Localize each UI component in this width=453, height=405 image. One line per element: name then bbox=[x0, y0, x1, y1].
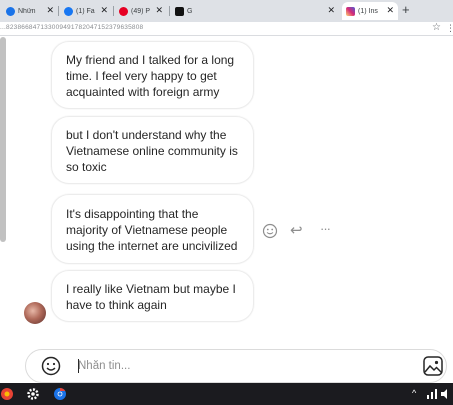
facebook-icon bbox=[64, 6, 73, 16]
message-text: I really like Vietnam but maybe I have t… bbox=[66, 282, 236, 312]
tray-chevron-icon[interactable]: ^ bbox=[412, 388, 416, 398]
tab-title: (49) P bbox=[131, 7, 151, 15]
emoji-icon[interactable] bbox=[41, 356, 61, 376]
tab-divider bbox=[113, 6, 114, 16]
message-bubble[interactable]: but I don't understand why the Vietnames… bbox=[51, 116, 254, 184]
chat-thread: My friend and I talked for a long time. … bbox=[0, 37, 453, 345]
chrome-icon[interactable] bbox=[53, 387, 67, 401]
tab-title: (1) Ins bbox=[358, 7, 378, 15]
tab-2[interactable]: (1) Fa ✕ bbox=[60, 2, 112, 20]
close-tab-icon[interactable]: ✕ bbox=[100, 5, 108, 16]
start-icon[interactable] bbox=[0, 387, 14, 401]
url-text[interactable]: ...823866847133009491782047152379635808 bbox=[0, 24, 143, 31]
close-tab-icon[interactable]: ✕ bbox=[327, 5, 335, 16]
sender-avatar[interactable] bbox=[24, 302, 46, 324]
speaker-icon[interactable] bbox=[440, 388, 452, 400]
scrollbar-thumb[interactable] bbox=[0, 37, 6, 242]
tab-divider bbox=[58, 6, 59, 16]
os-taskbar: ^ bbox=[0, 383, 453, 405]
browser-tab-strip: Nhữn ✕ (1) Fa ✕ (49) P ✕ G ✕ (1) Ins ✕ + bbox=[0, 0, 453, 22]
image-upload-icon[interactable] bbox=[422, 355, 444, 377]
tab-title: (1) Fa bbox=[76, 7, 95, 15]
tab-3[interactable]: (49) P ✕ bbox=[115, 2, 167, 20]
instagram-icon bbox=[346, 6, 355, 16]
pinterest-icon bbox=[119, 6, 128, 16]
message-composer bbox=[25, 349, 447, 383]
bookmark-star-icon[interactable]: ☆ bbox=[432, 22, 441, 33]
tab-4[interactable]: G ✕ bbox=[171, 2, 339, 20]
address-bar[interactable]: ...823866847133009491782047152379635808 … bbox=[0, 22, 453, 36]
tab-5-active[interactable]: (1) Ins ✕ bbox=[342, 2, 398, 20]
tab-title: G bbox=[187, 7, 193, 15]
message-input[interactable] bbox=[78, 357, 378, 375]
message-bubble[interactable]: It's disappointing that the majority of … bbox=[51, 194, 254, 264]
close-tab-icon[interactable]: ✕ bbox=[46, 5, 54, 16]
tab-divider bbox=[169, 6, 170, 16]
tab-1[interactable]: Nhữn ✕ bbox=[2, 2, 58, 20]
message-text: but I don't understand why the Vietnames… bbox=[66, 128, 238, 174]
tiktok-icon bbox=[175, 6, 184, 16]
tab-title: Nhữn bbox=[18, 7, 36, 15]
smiley-icon[interactable] bbox=[262, 223, 278, 239]
close-tab-icon[interactable]: ✕ bbox=[155, 5, 163, 16]
network-icon[interactable] bbox=[426, 388, 438, 400]
message-text: It's disappointing that the majority of … bbox=[66, 207, 238, 253]
new-tab-button[interactable]: + bbox=[402, 2, 410, 17]
message-bubble[interactable]: My friend and I talked for a long time. … bbox=[51, 41, 254, 109]
browser-menu-icon[interactable]: ⋮ bbox=[446, 23, 453, 34]
settings-gear-icon[interactable] bbox=[26, 387, 40, 401]
message-text: My friend and I talked for a long time. … bbox=[66, 53, 235, 99]
message-bubble[interactable]: I really like Vietnam but maybe I have t… bbox=[51, 270, 254, 322]
more-options-icon[interactable]: ··· bbox=[320, 221, 331, 236]
reply-icon[interactable]: ↩ bbox=[290, 221, 303, 239]
globe-icon bbox=[6, 6, 15, 16]
close-tab-icon[interactable]: ✕ bbox=[386, 5, 394, 16]
